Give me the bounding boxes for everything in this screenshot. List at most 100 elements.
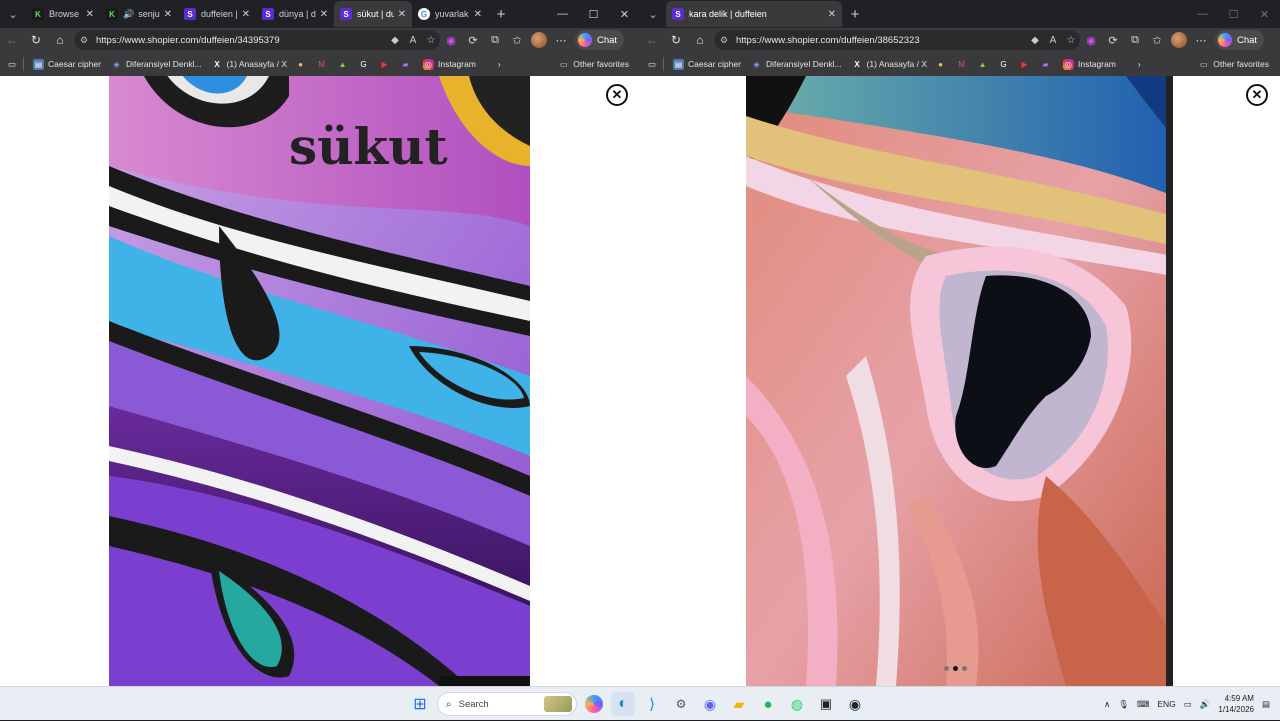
volume-icon[interactable]: 🔊 (1200, 699, 1211, 710)
refresh-extension-icon[interactable]: ⟳ (1102, 28, 1124, 52)
bookmark-icon-2[interactable]: M (313, 52, 334, 76)
bookmark-icon-2[interactable]: M (953, 52, 974, 76)
tab-dunya[interactable]: S dünya | duf ✕ (256, 1, 334, 27)
tab-close-icon[interactable]: ✕ (164, 9, 172, 20)
minimize-icon[interactable]: — (1187, 0, 1218, 28)
close-window-icon[interactable]: ✕ (1249, 0, 1280, 28)
read-aloud-icon[interactable]: A (1044, 35, 1062, 46)
bookmarks-menu-icon[interactable]: ▭ (0, 52, 19, 76)
extension-icon[interactable]: ◉ (440, 28, 462, 52)
tab-actions-menu-icon[interactable]: ⌄ (0, 1, 26, 27)
notifications-icon[interactable]: ▤ (1262, 699, 1270, 710)
taskbar-search[interactable]: ⌕ Search (437, 692, 577, 716)
spotify-icon[interactable]: ● (756, 692, 780, 716)
profile-avatar[interactable] (1171, 32, 1187, 48)
new-tab-button[interactable]: + (842, 6, 868, 23)
copilot-chat-button[interactable]: Chat (575, 30, 625, 50)
bookmark-icon-1[interactable]: ● (932, 52, 953, 76)
tab-kara-delik[interactable]: S kara delik | duffeien ✕ (666, 1, 842, 27)
tab-yuvarlak[interactable]: G yuvarlak d ✕ (412, 1, 488, 27)
close-window-icon[interactable]: ✕ (609, 0, 640, 28)
read-aloud-icon[interactable]: A (404, 35, 422, 46)
site-info-icon[interactable]: ⚙ (80, 35, 92, 46)
bookmark-diferansiyel[interactable]: ◈ Diferansiyel Denkl... (746, 52, 847, 76)
keyboard-icon[interactable]: ⌨ (1137, 699, 1149, 710)
bookmark-caesar-cipher[interactable]: ▤ Caesar cipher (28, 52, 106, 76)
extension-icon[interactable]: ◉ (1080, 28, 1102, 52)
copilot-taskbar-icon[interactable] (585, 695, 603, 713)
whatsapp-icon[interactable]: ◍ (785, 692, 809, 716)
tab-duffeien[interactable]: S duffeien | S ✕ (178, 1, 256, 27)
bookmark-icon-6[interactable]: ▰ (397, 52, 418, 76)
carousel-dot[interactable] (944, 666, 949, 671)
address-bar[interactable]: ⚙ https://www.shopier.com/duffeien/34395… (74, 30, 440, 50)
bookmark-icon-5[interactable]: ▶ (1016, 52, 1037, 76)
bookmark-x-anasayfa[interactable]: X (1) Anasayfa / X (207, 52, 292, 76)
steam-icon[interactable]: ◉ (843, 692, 867, 716)
bookmark-icon-1[interactable]: ● (292, 52, 313, 76)
bookmarks-overflow-icon[interactable]: › (1135, 52, 1144, 76)
network-icon[interactable]: ▭ (1184, 699, 1192, 710)
settings-icon[interactable]: ⚙ (669, 692, 693, 716)
tag-icon[interactable]: ◆ (386, 35, 404, 46)
split-screen-icon[interactable]: ⧉ (1124, 28, 1146, 52)
speaker-icon[interactable]: 🔊 (123, 9, 134, 20)
bookmark-instagram[interactable]: ◎ Instagram (418, 52, 481, 76)
bookmark-icon-4[interactable]: G (355, 52, 376, 76)
terminal-icon[interactable]: ▣ (814, 692, 838, 716)
favorites-icon[interactable]: ✩ (506, 28, 528, 52)
bookmark-diferansiyel[interactable]: ◈ Diferansiyel Denkl... (106, 52, 207, 76)
tab-sukut[interactable]: S sükut | duf ✕ (334, 1, 412, 27)
maximize-icon[interactable]: ☐ (578, 0, 609, 28)
vscode-icon[interactable]: ⟩ (640, 692, 664, 716)
favorite-star-icon[interactable]: ☆ (422, 35, 440, 46)
carousel-dot-active[interactable] (953, 666, 958, 671)
start-icon[interactable]: ⊞ (408, 692, 432, 716)
bookmark-icon-6[interactable]: ▰ (1037, 52, 1058, 76)
bookmark-icon-5[interactable]: ▶ (376, 52, 397, 76)
more-menu-icon[interactable]: ⋯ (1190, 28, 1212, 52)
tab-close-icon[interactable]: ✕ (398, 9, 406, 20)
tab-close-icon[interactable]: ✕ (474, 9, 482, 20)
home-icon[interactable]: ⌂ (688, 28, 712, 52)
copilot-chat-button[interactable]: Chat (1215, 30, 1265, 50)
bookmark-icon-4[interactable]: G (995, 52, 1016, 76)
tab-senjut[interactable]: K 🔊 senjut ✕ (100, 1, 178, 27)
tab-close-icon[interactable]: ✕ (86, 9, 94, 20)
reload-icon[interactable]: ↻ (664, 28, 688, 52)
bookmarks-overflow-icon[interactable]: › (495, 52, 504, 76)
tab-browse[interactable]: K Browse - K ✕ (26, 1, 100, 27)
home-icon[interactable]: ⌂ (48, 28, 72, 52)
url-text[interactable]: https://www.shopier.com/duffeien/3865232… (736, 35, 1026, 46)
url-text[interactable]: https://www.shopier.com/duffeien/3439537… (96, 35, 386, 46)
favorite-star-icon[interactable]: ☆ (1062, 35, 1080, 46)
profile-avatar[interactable] (531, 32, 547, 48)
tab-close-icon[interactable]: ✕ (320, 9, 328, 20)
split-screen-icon[interactable]: ⧉ (484, 28, 506, 52)
edge-icon[interactable]: ◐ (611, 692, 635, 716)
back-icon[interactable]: ← (0, 28, 24, 52)
tab-close-icon[interactable]: ✕ (828, 9, 836, 20)
back-icon[interactable]: ← (640, 28, 664, 52)
new-tab-button[interactable]: + (488, 6, 514, 23)
other-favorites[interactable]: ▭ Other favorites (1193, 52, 1274, 76)
close-image-button[interactable]: ✕ (1246, 84, 1268, 106)
reload-icon[interactable]: ↻ (24, 28, 48, 52)
other-favorites[interactable]: ▭ Other favorites (553, 52, 634, 76)
site-info-icon[interactable]: ⚙ (720, 35, 732, 46)
file-explorer-icon[interactable]: ▰ (727, 692, 751, 716)
refresh-extension-icon[interactable]: ⟳ (462, 28, 484, 52)
tab-actions-menu-icon[interactable]: ⌄ (640, 1, 666, 27)
minimize-icon[interactable]: — (547, 0, 578, 28)
microphone-icon[interactable]: 🎙 (1118, 699, 1129, 710)
bookmark-caesar-cipher[interactable]: ▤ Caesar cipher (668, 52, 746, 76)
clock[interactable]: 4:59 AM 1/14/2026 (1218, 693, 1254, 715)
tag-icon[interactable]: ◆ (1026, 35, 1044, 46)
tab-close-icon[interactable]: ✕ (242, 9, 250, 20)
more-menu-icon[interactable]: ⋯ (550, 28, 572, 52)
bookmark-icon-3[interactable]: ▲ (334, 52, 355, 76)
language-indicator[interactable]: ENG (1157, 699, 1175, 709)
tray-overflow-icon[interactable]: ∧ (1104, 699, 1110, 710)
discord-icon[interactable]: ◉ (698, 692, 722, 716)
favorites-icon[interactable]: ✩ (1146, 28, 1168, 52)
